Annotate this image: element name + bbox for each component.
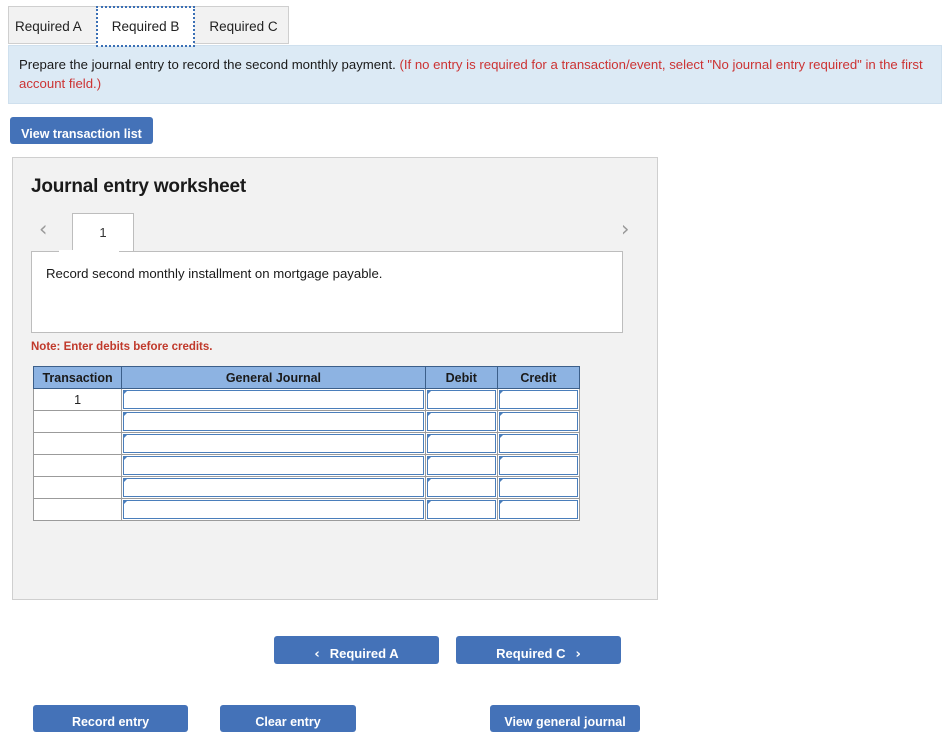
cell-transaction <box>34 455 122 477</box>
instruction-banner: Prepare the journal entry to record the … <box>8 45 942 104</box>
cell-credit[interactable] <box>497 433 579 455</box>
debit-input[interactable] <box>427 434 496 453</box>
tab-required-a[interactable]: Required A <box>0 8 97 45</box>
dropdown-marker-icon <box>499 390 504 395</box>
worksheet-title: Journal entry worksheet <box>31 176 246 198</box>
credit-input[interactable] <box>499 456 578 475</box>
cell-general-journal[interactable] <box>122 389 426 411</box>
dropdown-marker-icon <box>499 434 504 439</box>
dropdown-marker-icon <box>499 456 504 461</box>
cell-general-journal[interactable] <box>122 477 426 499</box>
tab-required-c[interactable]: Required C <box>194 8 292 45</box>
cell-credit[interactable] <box>497 499 579 521</box>
table-row: 1 <box>34 389 580 411</box>
table-row <box>34 433 580 455</box>
general-journal-input[interactable] <box>123 500 424 519</box>
cell-debit[interactable] <box>425 389 497 411</box>
chevron-left-icon[interactable]: ‹ <box>39 219 47 240</box>
dropdown-marker-icon <box>427 412 432 417</box>
cell-debit[interactable] <box>425 499 497 521</box>
debit-input[interactable] <box>427 500 496 519</box>
dropdown-marker-icon <box>427 390 432 395</box>
general-journal-input[interactable] <box>123 412 424 431</box>
column-header-debit: Debit <box>425 367 497 389</box>
credit-input[interactable] <box>499 500 578 519</box>
chevron-left-icon: ‹ <box>314 647 319 662</box>
cell-general-journal[interactable] <box>122 499 426 521</box>
journal-entry-table: Transaction General Journal Debit Credit… <box>33 366 580 521</box>
table-row <box>34 411 580 433</box>
dropdown-marker-icon <box>427 500 432 505</box>
cell-transaction: 1 <box>34 389 122 411</box>
credit-input[interactable] <box>499 434 578 453</box>
dropdown-marker-icon <box>499 500 504 505</box>
page-tab-joiner <box>59 250 119 253</box>
general-journal-input[interactable] <box>123 434 424 453</box>
table-row <box>34 455 580 477</box>
record-entry-button[interactable]: Record entry <box>33 705 188 732</box>
cell-credit[interactable] <box>497 411 579 433</box>
nav-next-label: Required C <box>496 646 565 661</box>
cell-transaction <box>34 411 122 433</box>
tab-required-b[interactable]: Required B <box>97 7 195 46</box>
column-header-transaction: Transaction <box>34 367 122 389</box>
credit-input[interactable] <box>499 412 578 431</box>
cell-debit[interactable] <box>425 477 497 499</box>
table-row <box>34 477 580 499</box>
cell-transaction <box>34 477 122 499</box>
dropdown-marker-icon <box>499 478 504 483</box>
tab-strip: Required A Required B Required C <box>0 0 950 45</box>
dropdown-marker-icon <box>123 500 128 505</box>
chevron-right-icon[interactable]: › <box>621 219 629 240</box>
table-row <box>34 499 580 521</box>
credit-input[interactable] <box>499 478 578 497</box>
table-header-row: Transaction General Journal Debit Credit <box>34 367 580 389</box>
instruction-main-text: Prepare the journal entry to record the … <box>19 57 396 72</box>
general-journal-input[interactable] <box>123 390 424 409</box>
dropdown-marker-icon <box>123 456 128 461</box>
debits-before-credits-note: Note: Enter debits before credits. <box>31 341 212 353</box>
cell-transaction <box>34 433 122 455</box>
dropdown-marker-icon <box>123 434 128 439</box>
dropdown-marker-icon <box>123 478 128 483</box>
cell-credit[interactable] <box>497 477 579 499</box>
worksheet-description-box: Record second monthly installment on mor… <box>31 251 623 333</box>
clear-entry-button[interactable]: Clear entry <box>220 705 356 732</box>
cell-credit[interactable] <box>497 455 579 477</box>
debit-input[interactable] <box>427 390 496 409</box>
general-journal-input[interactable] <box>123 456 424 475</box>
cell-general-journal[interactable] <box>122 411 426 433</box>
cell-debit[interactable] <box>425 433 497 455</box>
dropdown-marker-icon <box>499 412 504 417</box>
nav-next-required-c-button[interactable]: Required C › <box>456 636 621 664</box>
cell-debit[interactable] <box>425 411 497 433</box>
dropdown-marker-icon <box>123 412 128 417</box>
worksheet-page-tab-1[interactable]: 1 <box>72 213 134 252</box>
nav-previous-required-a-button[interactable]: ‹ Required A <box>274 636 439 664</box>
nav-previous-label: Required A <box>330 646 399 661</box>
debit-input[interactable] <box>427 412 496 431</box>
column-header-general-journal: General Journal <box>122 367 426 389</box>
dropdown-marker-icon <box>123 390 128 395</box>
cell-credit[interactable] <box>497 389 579 411</box>
dropdown-marker-icon <box>427 456 432 461</box>
worksheet-pager: ‹ 1 › <box>27 213 641 251</box>
journal-entry-worksheet-panel: Journal entry worksheet ‹ 1 › Record sec… <box>12 157 658 600</box>
cell-general-journal[interactable] <box>122 455 426 477</box>
chevron-right-icon: › <box>575 647 580 662</box>
dropdown-marker-icon <box>427 478 432 483</box>
view-transaction-list-button[interactable]: View transaction list <box>10 117 153 144</box>
debit-input[interactable] <box>427 478 496 497</box>
worksheet-description-text: Record second monthly installment on mor… <box>46 266 382 281</box>
column-header-credit: Credit <box>497 367 579 389</box>
general-journal-input[interactable] <box>123 478 424 497</box>
cell-debit[interactable] <box>425 455 497 477</box>
cell-general-journal[interactable] <box>122 433 426 455</box>
cell-transaction <box>34 499 122 521</box>
credit-input[interactable] <box>499 390 578 409</box>
view-general-journal-button[interactable]: View general journal <box>490 705 640 732</box>
debit-input[interactable] <box>427 456 496 475</box>
dropdown-marker-icon <box>427 434 432 439</box>
